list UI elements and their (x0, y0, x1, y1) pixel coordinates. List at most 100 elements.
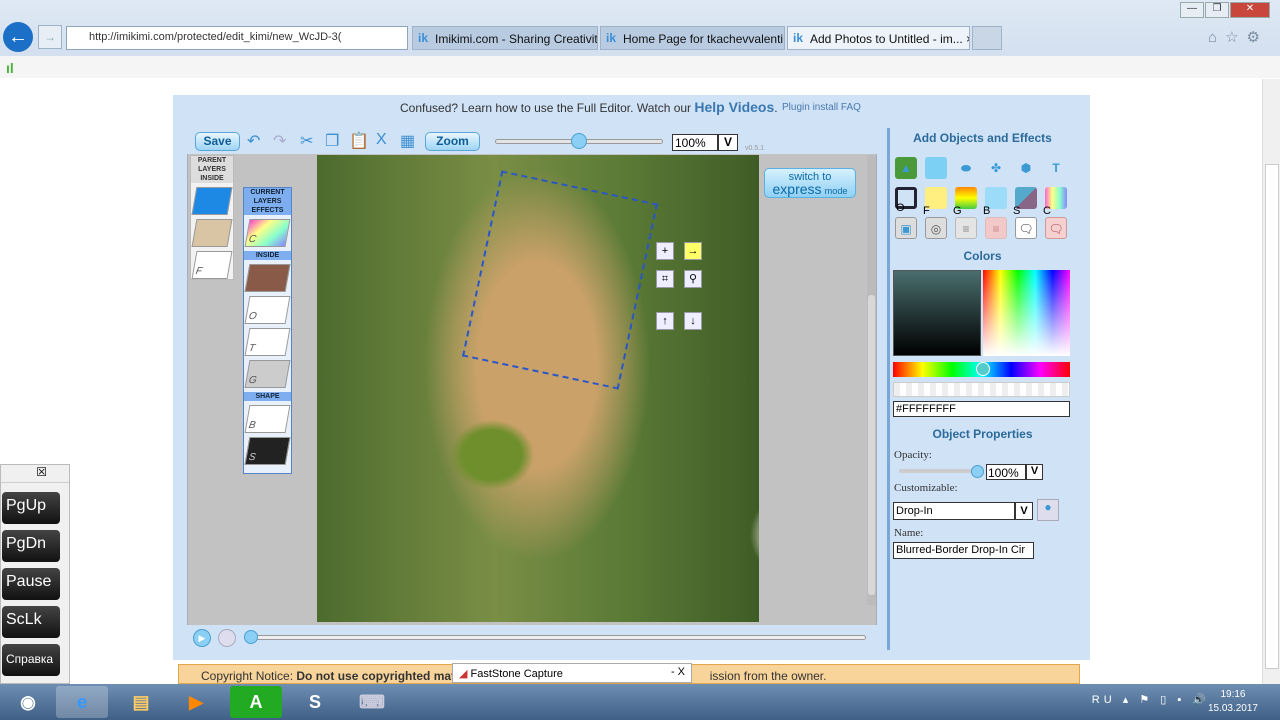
delete-icon[interactable]: X (376, 131, 387, 149)
flatten-icon[interactable]: ▦ (400, 131, 415, 151)
hexagon-icon[interactable]: ⬢ (1015, 157, 1037, 179)
bring-forward-icon[interactable]: ↑ (656, 312, 674, 330)
blur-icon[interactable]: B (983, 187, 1007, 217)
alpha-slider[interactable] (893, 382, 1070, 397)
name-input[interactable]: Blurred-Border Drop-In Cir (893, 542, 1034, 559)
nodes-icon[interactable]: ⚲ (684, 270, 702, 288)
system-tray[interactable]: RU ▴ ⚑ ▯ ▪ 🔊 (1092, 693, 1210, 706)
layer-thumb[interactable]: B (244, 405, 291, 433)
page-scrollbar[interactable] (1262, 79, 1280, 684)
timeline-slider[interactable] (250, 635, 866, 640)
home-favorites-settings-icons[interactable]: ⌂☆⚙ (1208, 28, 1268, 46)
zoom-dropdown[interactable]: V (718, 134, 738, 151)
minimize-icon[interactable]: — (1180, 2, 1204, 18)
address-bar[interactable]: http://imikimi.com/protected/edit_kimi/n… (66, 26, 408, 50)
new-tab-button[interactable] (972, 26, 1002, 50)
custom-shape-icon[interactable]: ✤ (985, 157, 1007, 179)
help-key[interactable]: Справка (2, 644, 60, 676)
copy-icon[interactable]: ❐ (325, 131, 339, 151)
speech-bubble-icon[interactable]: 🗨 (1015, 217, 1037, 239)
layer-thumb[interactable]: C (244, 219, 291, 247)
layer-thumb[interactable] (191, 187, 233, 215)
list-pink-icon[interactable]: ≡ (985, 217, 1007, 239)
user-pin-icon[interactable]: ● (1037, 499, 1059, 521)
pgup-key[interactable]: PgUp (2, 492, 60, 524)
close-tab-icon[interactable]: × (966, 32, 969, 46)
circle-frame-icon[interactable]: ◎ (925, 217, 947, 239)
tab-imikimi[interactable]: ik Imikimi.com - Sharing Creativity (412, 26, 598, 50)
list-icon[interactable]: ≡ (955, 217, 977, 239)
gradient-icon[interactable]: G (953, 187, 977, 217)
opacity-value[interactable]: 100% (986, 464, 1026, 480)
speech-bubble-pink-icon[interactable]: 🗨 (1045, 217, 1067, 239)
timeline-thumb[interactable] (244, 630, 258, 644)
cut-icon[interactable]: ✂ (300, 131, 313, 151)
maximize-icon[interactable]: ❐ (1205, 2, 1229, 18)
keys-close-icon[interactable]: ☒ (1, 465, 69, 483)
clock[interactable]: 19:16 15.03.2017 (1208, 688, 1258, 716)
layer-thumb[interactable]: F (191, 251, 233, 279)
rectangle-icon[interactable] (925, 157, 947, 179)
opacity-slider-thumb[interactable] (971, 465, 984, 478)
zoom-button[interactable]: Zoom (425, 132, 480, 151)
hex-color-input[interactable]: #FFFFFFFF (893, 401, 1070, 417)
ellipse-icon[interactable]: ⬬ (955, 157, 977, 179)
plugin-faq-link[interactable]: Plugin install FAQ (782, 102, 861, 113)
layer-thumb[interactable]: S (244, 437, 291, 465)
zoom-value[interactable]: 100% (672, 134, 718, 151)
move-icon[interactable]: → (684, 242, 702, 260)
sclk-key[interactable]: ScLk (2, 606, 60, 638)
shade-picker[interactable] (893, 270, 981, 356)
fill-icon[interactable]: F (923, 187, 947, 217)
language-indicator[interactable]: RU (1092, 694, 1116, 706)
canvas-vertical-scrollbar[interactable] (867, 155, 876, 605)
save-button[interactable]: Save (195, 132, 240, 151)
paste-icon[interactable]: 📋 (349, 131, 369, 151)
faststone-capture-window[interactable]: ◢ FastStone Capture - X (452, 663, 692, 683)
shadow-icon[interactable]: S (1013, 187, 1037, 217)
layer-thumb[interactable]: G (244, 360, 291, 388)
tab-add-photos[interactable]: ik Add Photos to Untitled - im... × (787, 26, 970, 50)
layer-thumb[interactable]: T (244, 328, 291, 356)
explorer-taskbar-icon[interactable]: ▤ (115, 686, 167, 718)
forward-button[interactable]: → (38, 25, 62, 49)
text-icon[interactable]: T (1045, 157, 1067, 179)
color-picker[interactable] (983, 270, 1070, 356)
zoom-slider-thumb[interactable] (571, 133, 587, 149)
outline-icon[interactable]: O (895, 187, 917, 214)
crop-icon[interactable]: ⌗ (656, 270, 674, 288)
back-button[interactable]: ← (3, 22, 33, 52)
stop-button[interactable] (218, 629, 236, 647)
layer-thumb[interactable] (244, 264, 291, 292)
send-backward-icon[interactable]: ↓ (684, 312, 702, 330)
customizable-select[interactable]: Drop-In (893, 502, 1015, 520)
app-a-taskbar-icon[interactable]: A (230, 686, 282, 718)
redo-icon[interactable]: ↷ (273, 131, 286, 151)
tab-home-page[interactable]: ik Home Page for tkachevvalenti... (600, 26, 785, 50)
image-icon[interactable]: ▲ (895, 157, 917, 179)
colors-title: Colors (963, 249, 1002, 263)
color-icon[interactable]: C (1043, 187, 1067, 217)
opacity-dropdown[interactable]: V (1026, 464, 1043, 480)
frame-icon[interactable]: ▣ (895, 217, 917, 239)
add-layer-icon[interactable]: + (656, 242, 674, 260)
media-player-taskbar-icon[interactable]: ▶ (170, 686, 222, 718)
help-videos-link[interactable]: Help Videos (694, 99, 774, 115)
pause-key[interactable]: Pause (2, 568, 60, 600)
hue-slider-thumb[interactable] (976, 362, 990, 376)
layer-thumb[interactable] (191, 219, 233, 247)
close-icon[interactable]: ✕ (1230, 2, 1270, 18)
customizable-dropdown[interactable]: V (1015, 502, 1033, 520)
play-button[interactable]: ▶ (193, 629, 211, 647)
layer-thumb[interactable]: O (244, 296, 291, 324)
keyboard-taskbar-icon[interactable]: ⌨ (346, 686, 398, 718)
switch-express-mode-button[interactable]: switch to express mode (764, 168, 856, 198)
ie-taskbar-icon[interactable]: e (56, 686, 108, 718)
start-button[interactable]: ◉ (2, 686, 54, 718)
window-controls[interactable]: — ❐ ✕ (1179, 2, 1270, 18)
skype-taskbar-icon[interactable]: S (289, 686, 341, 718)
opacity-slider[interactable] (899, 469, 979, 473)
undo-icon[interactable]: ↶ (247, 131, 260, 151)
faststone-controls[interactable]: - X (671, 666, 685, 678)
pgdn-key[interactable]: PgDn (2, 530, 60, 562)
